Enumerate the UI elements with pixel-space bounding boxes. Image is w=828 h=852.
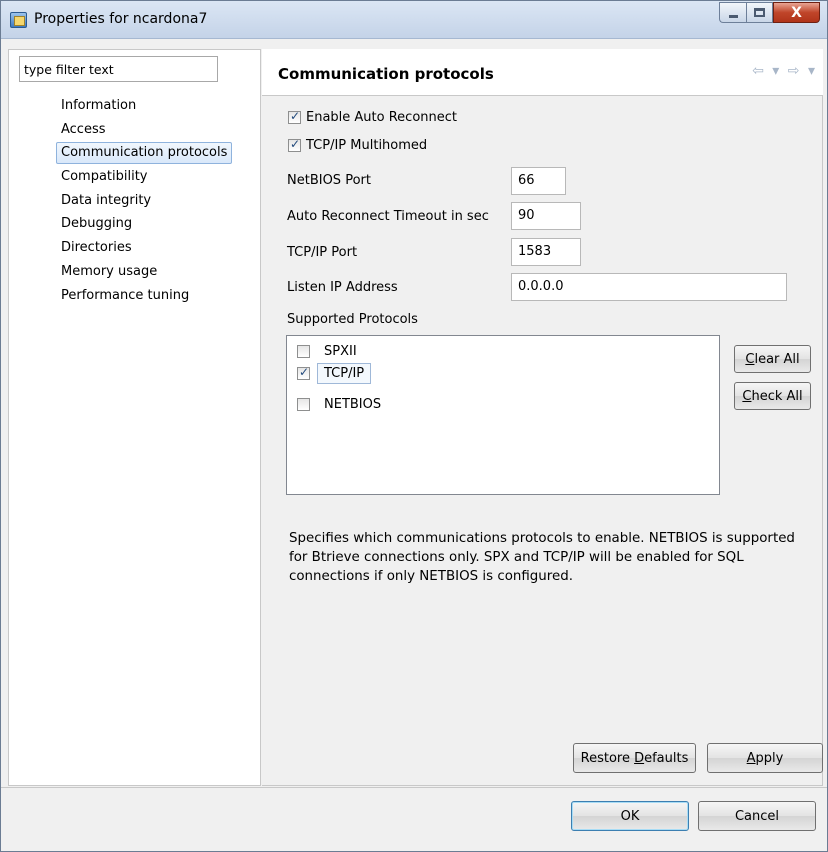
tcpip-multihomed-checkbox[interactable]: [288, 137, 301, 152]
filter-input[interactable]: [19, 56, 218, 82]
window-controls: X: [719, 2, 820, 23]
netbios-label: NETBIOS: [324, 397, 382, 412]
spxii-label: SPXII: [324, 344, 357, 359]
auto-reconnect-timeout-field[interactable]: 90: [511, 202, 581, 230]
clear-all-button[interactable]: Clear All: [734, 345, 811, 373]
tcpip-label: TCP/IP: [317, 363, 372, 384]
spxii-checkbox[interactable]: [297, 345, 310, 358]
listen-ip-field[interactable]: 0.0.0.0: [511, 273, 787, 301]
minimize-button[interactable]: [719, 2, 746, 23]
apply-mnemonic: A: [746, 750, 756, 766]
tcpip-checkbox[interactable]: [297, 365, 310, 380]
supported-protocols-label: Supported Protocols: [287, 312, 418, 327]
window-title: Properties for ncardona7: [34, 11, 208, 27]
forward-arrow-icon[interactable]: ⇨ ▾: [788, 63, 817, 79]
ok-button[interactable]: OK: [571, 801, 689, 831]
cancel-button[interactable]: Cancel: [698, 801, 816, 831]
nav-item-memory-usage[interactable]: Memory usage: [56, 261, 232, 285]
auto-reconnect-timeout-label: Auto Reconnect Timeout in sec: [287, 209, 489, 224]
nav-item-information[interactable]: Information: [56, 95, 232, 119]
maximize-icon: [754, 8, 765, 17]
nav-item-performance-tuning[interactable]: Performance tuning: [56, 285, 232, 309]
properties-icon: [10, 12, 27, 28]
close-button[interactable]: X: [773, 2, 820, 23]
nav-item-debugging[interactable]: Debugging: [56, 213, 232, 237]
apply-suffix: pply: [755, 750, 784, 766]
enable-auto-reconnect-option[interactable]: Enable Auto Reconnect: [288, 109, 457, 125]
clear-all-mnemonic: C: [745, 351, 755, 367]
clear-all-label: lear All: [754, 351, 800, 367]
tcpip-multihomed-label: TCP/IP Multihomed: [306, 138, 428, 153]
netbios-port-label: NetBIOS Port: [287, 173, 371, 188]
nav-item-data-integrity[interactable]: Data integrity: [56, 190, 232, 214]
enable-auto-reconnect-checkbox[interactable]: [288, 109, 301, 124]
maximize-button[interactable]: [746, 2, 773, 23]
protocol-item-spxii[interactable]: SPXII: [297, 344, 357, 359]
check-all-button[interactable]: Check All: [734, 382, 811, 410]
title-bar[interactable]: Properties for ncardona7 X: [1, 1, 827, 39]
restore-defaults-prefix: Restore: [580, 750, 635, 766]
page-header: Communication protocols ⇦ ▾ ⇨ ▾: [262, 49, 823, 96]
page-title: Communication protocols: [278, 65, 494, 83]
tcpip-port-field[interactable]: 1583: [511, 238, 581, 266]
nav-item-directories[interactable]: Directories: [56, 237, 232, 261]
nav-item-communication-protocols-row: Communication protocols: [56, 142, 233, 166]
minimize-icon: [728, 14, 738, 18]
netbios-checkbox[interactable]: [297, 398, 310, 411]
protocol-item-tcpip[interactable]: TCP/IP: [297, 363, 372, 384]
restore-defaults-suffix: efaults: [644, 750, 689, 766]
history-arrows: ⇦ ▾ ⇨ ▾: [752, 63, 817, 79]
netbios-port-field[interactable]: 66: [511, 167, 566, 195]
restore-defaults-mnemonic: D: [634, 750, 645, 766]
restore-defaults-button[interactable]: Restore Defaults: [573, 743, 696, 773]
tcpip-port-label: TCP/IP Port: [287, 245, 358, 260]
footer-separator: [1, 787, 827, 788]
nav-item-access[interactable]: Access: [56, 119, 232, 143]
nav-item-communication-protocols[interactable]: Communication protocols: [56, 142, 233, 165]
apply-button[interactable]: Apply: [707, 743, 823, 773]
properties-dialog: Properties for ncardona7 X Information A…: [0, 0, 828, 852]
protocol-item-netbios[interactable]: NETBIOS: [297, 397, 381, 412]
category-tree: Information Access Communication protoco…: [56, 95, 233, 309]
check-all-mnemonic: C: [742, 388, 752, 404]
check-all-label: heck All: [751, 388, 803, 404]
protocols-list[interactable]: SPXII TCP/IP NETBIOS: [286, 335, 720, 495]
listen-ip-label: Listen IP Address: [287, 280, 398, 295]
protocols-description: Specifies which communications protocols…: [289, 531, 795, 584]
tcpip-multihomed-option[interactable]: TCP/IP Multihomed: [288, 137, 428, 153]
nav-item-compatibility[interactable]: Compatibility: [56, 166, 232, 190]
back-arrow-icon[interactable]: ⇦ ▾: [752, 63, 781, 79]
enable-auto-reconnect-label: Enable Auto Reconnect: [306, 110, 457, 125]
close-icon: X: [791, 4, 802, 21]
